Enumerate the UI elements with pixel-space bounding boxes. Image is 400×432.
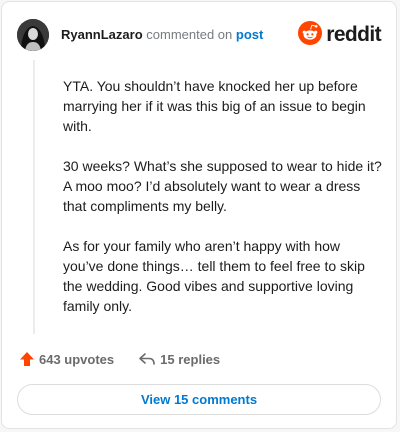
username-link[interactable]: RyannLazaro <box>61 27 143 42</box>
reddit-wordmark: reddit <box>326 23 381 46</box>
replies-button[interactable]: 15 replies <box>138 351 220 367</box>
comment-meta: RyannLazaro commented on post <box>61 27 263 43</box>
comment-header: RyannLazaro commented on post reddit <box>17 17 382 53</box>
upvote-arrow-icon <box>19 351 35 367</box>
comment-actions: 643 upvotes 15 replies <box>19 349 220 369</box>
upvote-count: 643 upvotes <box>39 351 115 367</box>
upvote-button[interactable]: 643 upvotes <box>19 351 114 367</box>
reddit-snoo-icon <box>298 20 323 50</box>
avatar[interactable] <box>17 19 49 51</box>
comment-paragraph: 30 weeks? What’s she supposed to wear to… <box>63 158 382 214</box>
thread-line[interactable] <box>33 60 35 334</box>
action-text: commented on <box>146 27 233 42</box>
post-link[interactable]: post <box>236 27 263 42</box>
reddit-logo[interactable]: reddit <box>298 20 382 50</box>
comment-card: RyannLazaro commented on post reddit YTA… <box>1 1 397 429</box>
comment-body: YTA. You shouldn’t have knocked her up b… <box>63 76 383 336</box>
comment-paragraph: YTA. You shouldn’t have knocked her up b… <box>63 78 366 134</box>
view-comments-button[interactable]: View 15 comments <box>17 384 381 415</box>
comment-paragraph: As for your family who aren’t happy with… <box>63 238 365 314</box>
reply-arrow-icon <box>138 351 156 367</box>
reply-count: 15 replies <box>160 351 221 367</box>
